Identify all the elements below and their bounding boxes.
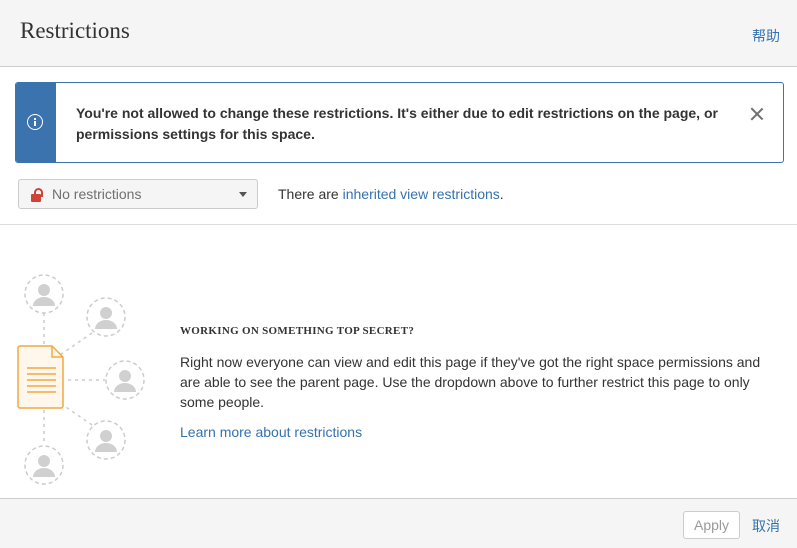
close-icon[interactable] xyxy=(749,106,765,122)
info-banner: You're not allowed to change these restr… xyxy=(15,82,784,163)
info-icon xyxy=(27,114,43,130)
empty-state-heading: WORKING ON SOMETHING TOP SECRET? xyxy=(180,325,415,337)
section-divider xyxy=(0,224,797,225)
dialog-header: Restrictions 帮助 xyxy=(0,0,797,67)
cancel-button[interactable]: 取消 xyxy=(752,516,780,536)
banner-message: You're not allowed to change these restr… xyxy=(76,105,718,142)
restrictions-dropdown[interactable]: No restrictions xyxy=(18,179,258,209)
empty-state-description: Right now everyone can view and edit thi… xyxy=(180,354,761,410)
dropdown-selected-value: No restrictions xyxy=(52,186,142,202)
document-icon xyxy=(17,345,64,409)
inherited-restrictions-text: There are inherited view restrictions. xyxy=(278,186,504,202)
learn-more-link[interactable]: Learn more about restrictions xyxy=(180,424,362,440)
help-link[interactable]: 帮助 xyxy=(752,26,780,46)
unlocked-padlock-icon xyxy=(31,188,43,202)
chevron-down-icon xyxy=(239,192,247,197)
banner-accent xyxy=(16,83,56,162)
dialog-title: Restrictions xyxy=(20,18,130,43)
inherited-view-restrictions-link[interactable]: inherited view restrictions xyxy=(343,186,500,202)
apply-button[interactable]: Apply xyxy=(683,511,740,539)
dialog-footer: Apply 取消 xyxy=(0,498,797,548)
people-document-illustration xyxy=(17,274,145,485)
